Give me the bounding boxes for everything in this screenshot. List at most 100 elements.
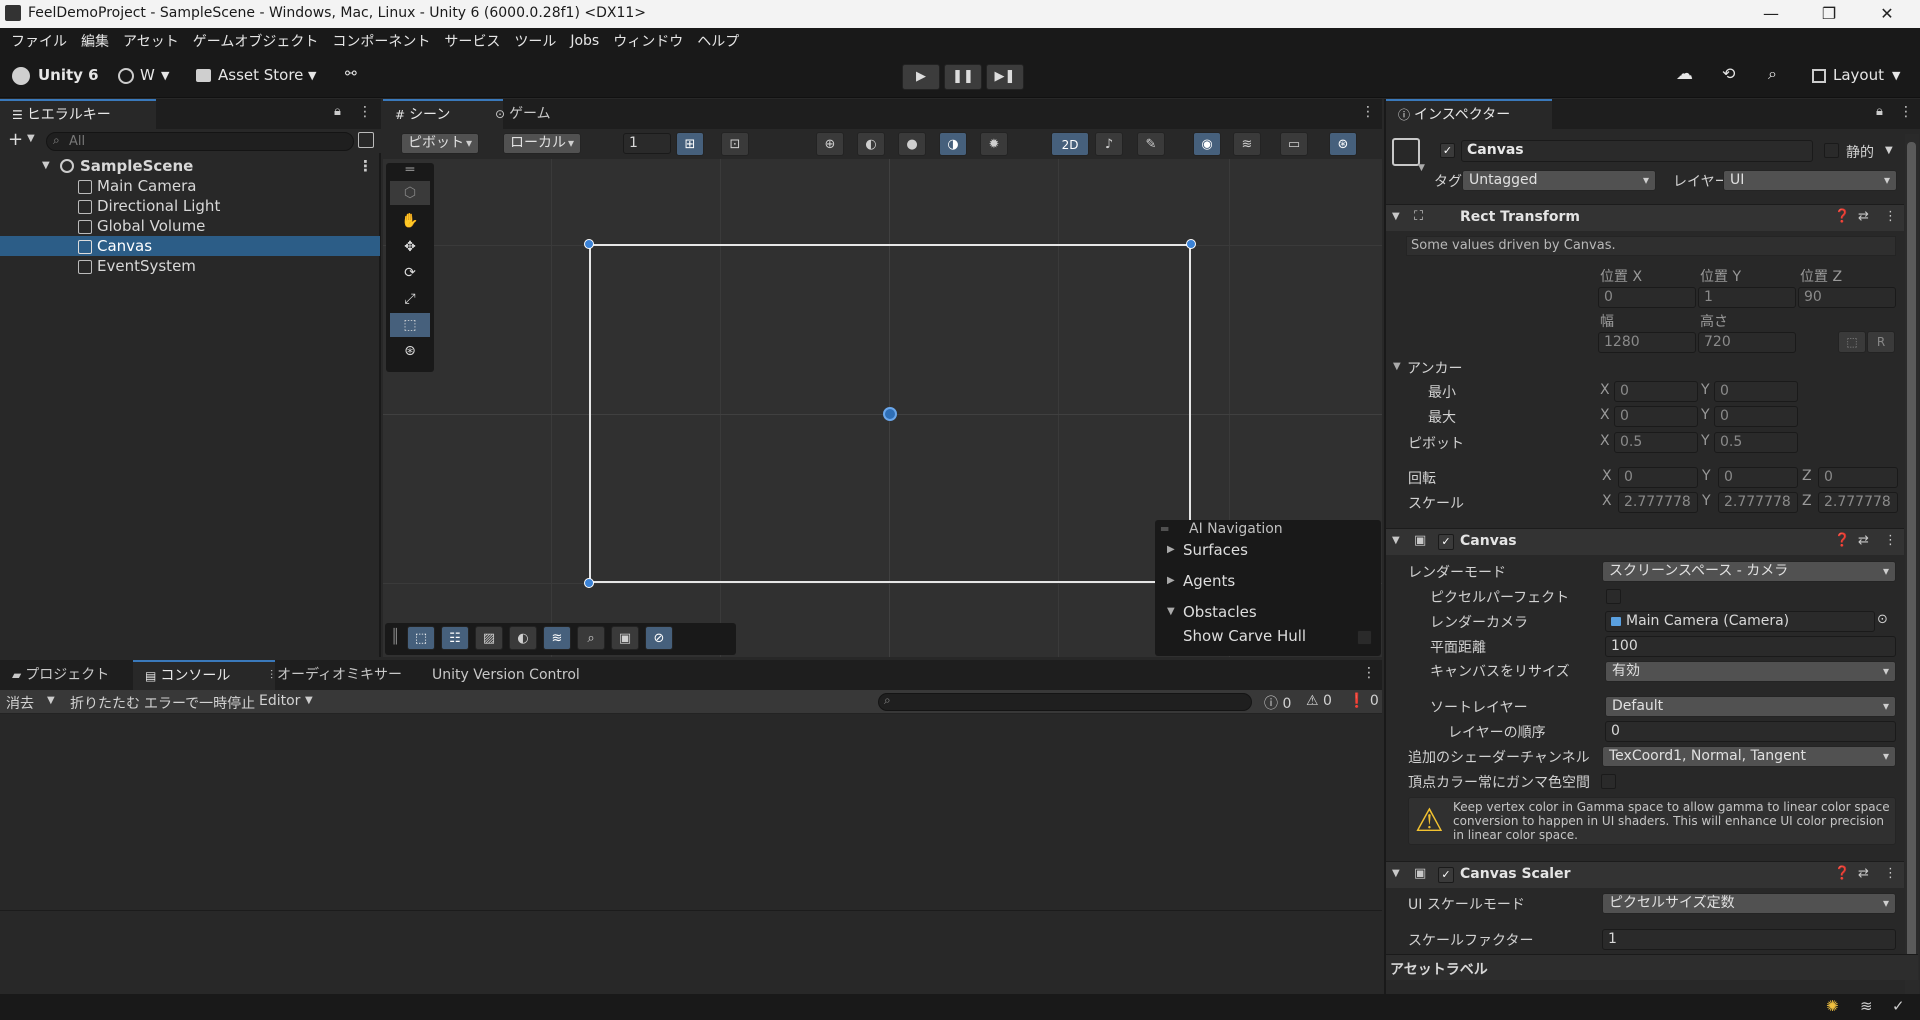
icon-chevron-down-icon[interactable]: ▼ [1418, 163, 1425, 173]
anchor-min-y-input[interactable]: 0 [1714, 381, 1798, 402]
minimize-button[interactable]: — [1748, 0, 1794, 28]
moon-icon[interactable]: ◐ [509, 626, 537, 650]
pivot-x-input[interactable]: 0.5 [1614, 432, 1698, 453]
cloud-icon[interactable]: ☁ [1676, 64, 1693, 84]
canvas-scaler-enabled-checkbox[interactable]: ✓ [1438, 867, 1454, 883]
component-more-icon[interactable]: ⋮ [1884, 533, 1897, 548]
pixel-perfect-checkbox[interactable] [1606, 589, 1621, 604]
menu-file[interactable]: ファイル [11, 31, 67, 51]
more-options-icon[interactable]: ⋮ [358, 104, 372, 120]
log-count-toggle[interactable]: ⓘ 0 [1264, 693, 1291, 713]
camera-preview-icon[interactable]: ▣ [611, 626, 639, 650]
menu-jobs[interactable]: Jobs [570, 33, 599, 49]
canvas-component-header[interactable]: ▼ ▣ ✓ Canvas ❓ ⇄ ⋮ [1386, 528, 1904, 555]
pause-button[interactable]: ❚❚ [944, 64, 982, 90]
sorting-layer-dropdown[interactable]: Default [1605, 696, 1896, 717]
tag-dropdown[interactable]: Untagged [1462, 170, 1656, 191]
inspector-scrollbar[interactable] [1905, 134, 1919, 994]
view-tool-cube-icon[interactable]: ⬡ [390, 181, 430, 205]
agents-foldout[interactable]: Agents [1183, 572, 1235, 590]
play-button[interactable]: ▶ [902, 64, 940, 90]
error-pause-toggle[interactable]: エラーで一時停止 [144, 693, 255, 713]
static-chevron-down-icon[interactable]: ▼ [1885, 145, 1893, 156]
hierarchy-item-main-camera[interactable]: Main Camera [0, 176, 380, 196]
console-more-options-icon[interactable]: ⋮ [1362, 665, 1376, 681]
menu-component[interactable]: コンポーネント [332, 31, 430, 51]
resize-canvas-dropdown[interactable]: 有効 [1605, 661, 1896, 682]
surfaces-foldout[interactable]: Surfaces [1183, 541, 1248, 559]
add-button[interactable]: + [8, 129, 23, 150]
maximize-button[interactable]: ❐ [1806, 0, 1852, 28]
render-camera-field[interactable]: Main Camera (Camera) [1605, 611, 1875, 632]
height-input[interactable]: 720 [1698, 332, 1796, 353]
rect-tool-icon[interactable]: ⬚ [390, 313, 430, 337]
rect-pivot-handle[interactable] [883, 407, 897, 421]
help-icon[interactable]: ❓ [1834, 866, 1850, 881]
pos-x-input[interactable]: 0 [1598, 287, 1696, 308]
scene-root-item[interactable]: ▼ SampleScene ⋮ [0, 156, 380, 176]
anchor-max-x-input[interactable]: 0 [1614, 406, 1698, 427]
presets-icon[interactable]: ⇄ [1858, 209, 1869, 224]
scene-search-icon[interactable] [358, 132, 374, 148]
anchor-max-y-input[interactable]: 0 [1714, 406, 1798, 427]
close-button[interactable]: ✕ [1864, 0, 1910, 28]
rotate-tool-icon[interactable]: ⟳ [390, 261, 430, 285]
pos-y-input[interactable]: 1 [1698, 287, 1796, 308]
rot-x-input[interactable]: 0 [1618, 467, 1698, 488]
canvas-scaler-header[interactable]: ▼ ▣ ✓ Canvas Scaler ❓ ⇄ ⋮ [1386, 861, 1904, 888]
collapse-toggle[interactable]: 折りたたむ [70, 693, 140, 713]
menu-services[interactable]: サービス [444, 31, 500, 51]
search-icon[interactable]: ⌕ [1768, 64, 1777, 84]
rect-handle-bottom-left[interactable] [584, 578, 594, 588]
scene-more-options-icon[interactable]: ⋮ [1361, 104, 1375, 120]
pos-z-input[interactable]: 90 [1798, 287, 1896, 308]
pivot-dropdown[interactable]: ピボット [401, 133, 479, 154]
component-more-icon[interactable]: ⋮ [1884, 209, 1897, 224]
overlay-drag-handle-icon[interactable]: ═ [1161, 522, 1168, 536]
grid-size-input[interactable]: 1 [623, 133, 671, 154]
object-picker-icon[interactable]: ⊙ [1877, 612, 1888, 627]
global-view-icon[interactable]: ⊕ [816, 132, 844, 156]
clear-chevron-down-icon[interactable]: ▼ [47, 695, 55, 706]
warning-count-toggle[interactable]: ⚠ 0 [1306, 693, 1332, 709]
compass-icon[interactable]: ⊘ [645, 626, 673, 650]
tab-version-control[interactable]: Unity Version Control [420, 660, 622, 690]
ui-scale-mode-dropdown[interactable]: ピクセルサイズ定数 [1602, 893, 1896, 914]
collapse-arrow-icon[interactable]: ▼ [1167, 606, 1175, 617]
more-options-icon[interactable]: ⋮ [1899, 104, 1913, 120]
layers-status-icon[interactable]: ≋ [1860, 997, 1873, 1015]
layout-dropdown[interactable]: Layout [1833, 66, 1884, 84]
rect-handle-top-left[interactable] [584, 239, 594, 249]
collapse-arrow-icon[interactable]: ▼ [1392, 535, 1400, 546]
menu-gameobject[interactable]: ゲームオブジェクト [193, 31, 319, 51]
local-dropdown[interactable]: ローカル [503, 133, 581, 154]
layers-stack-icon[interactable]: ≋ [543, 626, 571, 650]
scale-x-input[interactable]: 2.777778 [1618, 492, 1698, 513]
rect-handle-top-right[interactable] [1186, 239, 1196, 249]
menu-tools[interactable]: ツール [514, 31, 556, 51]
tab-game[interactable]: ⊙ ゲーム [483, 99, 595, 129]
menu-window[interactable]: ウィンドウ [613, 31, 683, 51]
solid-sphere-icon[interactable]: ● [898, 132, 926, 156]
expand-arrow-icon[interactable]: ▶ [1167, 544, 1175, 555]
visibility-eye-icon[interactable]: ◉ [1193, 132, 1221, 156]
tab-hierarchy[interactable]: ☰ ヒエラルキー [0, 99, 156, 131]
scale-tool-icon[interactable]: ⤢ [390, 287, 430, 311]
gizmos-icon[interactable]: ⊛ [1329, 132, 1357, 156]
menu-help[interactable]: ヘルプ [697, 31, 739, 51]
hatch-icon[interactable]: ▨ [475, 626, 503, 650]
hierarchy-search-input[interactable]: ⌕ All [46, 132, 354, 151]
audio-mute-icon[interactable]: ♪ [1095, 132, 1123, 156]
zoom-icon[interactable]: ⌕ [577, 626, 605, 650]
asset-labels-bar[interactable]: アセットラベル [1386, 954, 1918, 980]
presets-icon[interactable]: ⇄ [1858, 533, 1869, 548]
hierarchy-item-directional-light[interactable]: Directional Light [0, 196, 380, 216]
console-search-input[interactable]: ⌕ [878, 693, 1252, 711]
debug-draw-icon[interactable]: ✹ [980, 132, 1008, 156]
lock-icon[interactable]: 🔒︎ [1876, 104, 1883, 119]
presets-icon[interactable]: ⇄ [1858, 866, 1869, 881]
grid-snap-icon[interactable]: ⊞ [676, 132, 704, 156]
object-name-input[interactable]: Canvas [1461, 140, 1813, 162]
overlay-drag-handle-icon[interactable]: ║ [391, 629, 399, 645]
obstacles-foldout[interactable]: Obstacles [1183, 603, 1257, 621]
